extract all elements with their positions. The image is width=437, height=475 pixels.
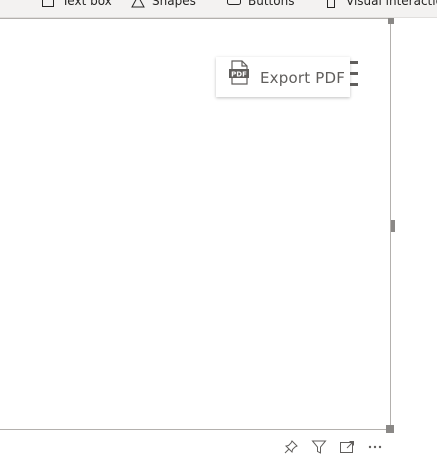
- insert-ribbon: Text box Shapes Buttons Visual interacti…: [0, 0, 437, 18]
- ribbon-buttons-label: Buttons: [248, 0, 295, 8]
- ribbon-shapes-button[interactable]: Shapes: [130, 0, 196, 9]
- resize-handle-right[interactable]: [391, 220, 395, 232]
- text-box-icon: [40, 0, 56, 9]
- ribbon-shapes-label: Shapes: [152, 0, 196, 8]
- ribbon-text-box-label: Text box: [62, 0, 112, 8]
- more-options-icon[interactable]: [367, 439, 383, 455]
- focus-mode-icon[interactable]: [339, 439, 355, 455]
- ribbon-text-box-button[interactable]: Text box: [40, 0, 112, 9]
- export-pdf-button[interactable]: PDF Export PDF: [216, 57, 350, 97]
- pdf-file-icon: PDF: [228, 60, 250, 86]
- svg-text:PDF: PDF: [231, 71, 247, 79]
- drag-grip-icon[interactable]: [350, 61, 358, 87]
- export-pdf-label: Export PDF: [260, 69, 346, 87]
- resize-handle-bottom-right[interactable]: [386, 425, 394, 433]
- ribbon-visual-interactions-label: Visual interactions: [346, 0, 437, 8]
- ribbon-visual-interactions-button[interactable]: Visual interactions: [324, 0, 437, 9]
- pin-icon[interactable]: [283, 439, 299, 455]
- resize-handle-top-right[interactable]: [388, 18, 394, 24]
- filter-icon[interactable]: [311, 439, 327, 455]
- ribbon-buttons-button[interactable]: Buttons: [226, 0, 294, 9]
- visual-header-toolbar: [283, 437, 393, 457]
- shapes-icon: [130, 0, 146, 9]
- buttons-icon: [226, 0, 242, 9]
- visual-interactions-icon: [324, 0, 340, 9]
